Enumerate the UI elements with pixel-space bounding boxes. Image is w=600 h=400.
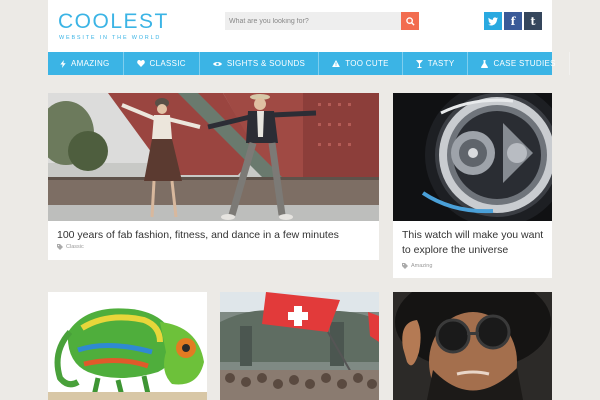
article-image-portrait[interactable] — [393, 292, 552, 400]
logo-title: COOLEST — [58, 10, 169, 33]
article-image-festival[interactable] — [220, 292, 379, 400]
article-image-chameleon[interactable] — [48, 292, 207, 400]
nav-label: TOO CUTE — [345, 59, 389, 68]
cocktail-icon — [415, 59, 423, 68]
article-card[interactable]: This watch will make you want to explore… — [393, 93, 552, 278]
twitter-button[interactable] — [484, 12, 502, 30]
nav-label: AMAZING — [71, 59, 110, 68]
search-input[interactable] — [225, 12, 401, 30]
facebook-button[interactable]: f — [504, 12, 522, 30]
tag-icon — [402, 263, 408, 269]
article-tag[interactable]: Classic — [57, 244, 84, 250]
article-card[interactable]: 100 years of fab fashion, fitness, and d… — [48, 93, 379, 260]
site-header: COOLEST WEBSITE IN THE WORLD f t — [48, 0, 552, 52]
nav-item-amazing[interactable]: AMAZING — [48, 52, 124, 75]
nav-label: CLASSIC — [149, 59, 186, 68]
twitter-icon — [488, 16, 498, 25]
article-title[interactable]: 100 years of fab fashion, fitness, and d… — [57, 228, 339, 243]
nav-label: CASE STUDIES — [493, 59, 556, 68]
nav-item-too-cute[interactable]: TOO CUTE — [319, 52, 403, 75]
logo-subtitle: WEBSITE IN THE WORLD — [59, 35, 162, 41]
article-card[interactable] — [393, 292, 552, 400]
search-bar — [225, 12, 419, 30]
lightning-icon — [60, 59, 66, 68]
tumblr-icon: t — [530, 14, 536, 28]
social-links: f t — [484, 12, 542, 30]
article-image-watch[interactable] — [393, 93, 552, 221]
nav-label: TASTY — [427, 59, 455, 68]
flask-icon — [481, 59, 489, 68]
article-card[interactable] — [48, 292, 207, 400]
site-logo[interactable]: COOLEST WEBSITE IN THE WORLD — [58, 10, 169, 41]
facebook-icon: f — [510, 14, 516, 28]
article-tag[interactable]: Amazing — [402, 263, 432, 269]
tag-icon — [57, 244, 63, 250]
search-icon — [405, 16, 415, 26]
nav-item-sights-sounds[interactable]: SIGHTS & SOUNDS — [200, 52, 320, 75]
tumblr-button[interactable]: t — [524, 12, 542, 30]
nav-item-tasty[interactable]: TASTY — [403, 52, 469, 75]
article-image-dance[interactable] — [48, 93, 379, 221]
tag-label: Classic — [66, 244, 84, 250]
tag-label: Amazing — [411, 263, 433, 269]
search-button[interactable] — [401, 12, 419, 30]
main-nav: AMAZING CLASSIC SIGHTS & SOUNDS TOO CUTE… — [48, 52, 570, 75]
warning-icon — [332, 60, 341, 67]
nav-label: SIGHTS & SOUNDS — [226, 59, 306, 68]
article-card[interactable] — [220, 292, 379, 400]
eye-icon — [212, 61, 222, 67]
article-title[interactable]: This watch will make you want to explore… — [402, 228, 552, 258]
nav-item-classic[interactable]: CLASSIC — [124, 52, 200, 75]
nav-item-case-studies[interactable]: CASE STUDIES — [468, 52, 570, 75]
heart-icon — [136, 60, 145, 67]
